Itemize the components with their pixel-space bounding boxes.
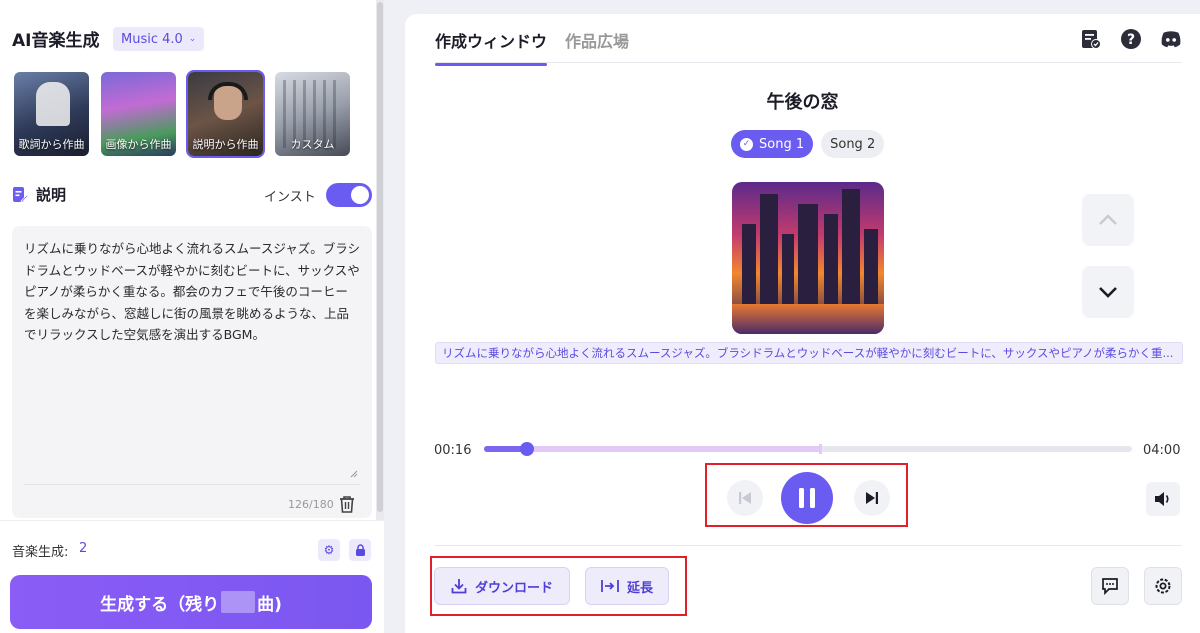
model-selector[interactable]: Music 4.0 ⌄ — [113, 27, 205, 51]
lock-button[interactable] — [349, 539, 371, 561]
chevron-up-icon — [1099, 214, 1117, 225]
song-title: 午後の窓 — [766, 92, 839, 113]
song-2-tab[interactable]: Song 2 — [821, 130, 885, 158]
pause-button[interactable] — [781, 472, 833, 524]
tab-create-window[interactable]: 作成ウィンドウ — [435, 28, 548, 66]
description-textarea[interactable]: リズムに乗りながら心地よく流れるスムースジャズ。ブラシドラムとウッドベースが軽や… — [12, 226, 372, 518]
volume-icon — [1155, 492, 1169, 506]
model-label: Music 4.0 — [121, 31, 183, 47]
char-count: 126/180 — [288, 498, 334, 511]
generation-count: 2 — [79, 541, 88, 556]
help-icon[interactable]: ? — [1120, 28, 1142, 50]
chevron-down-icon: ⌄ — [188, 34, 197, 44]
volume-button[interactable] — [1146, 482, 1180, 516]
main-tabs: 作成ウィンドウ 作品広場 — [435, 28, 629, 66]
skip-previous-icon — [739, 492, 751, 504]
app-title: AI音楽生成 — [12, 31, 100, 51]
check-icon: ✓ — [740, 137, 753, 151]
mode-custom[interactable]: カスタム — [273, 70, 352, 158]
mode-lyrics[interactable]: 歌詞から作曲 — [12, 70, 91, 158]
buffer-marker — [818, 444, 822, 454]
skip-previous-button[interactable] — [727, 480, 763, 516]
textarea-divider — [24, 484, 360, 485]
resize-handle-icon[interactable] — [350, 470, 358, 478]
current-time: 00:16 — [434, 443, 472, 458]
song-1-label: Song 1 — [759, 136, 805, 152]
feedback-button[interactable] — [1091, 567, 1129, 605]
edit-document-icon — [12, 186, 29, 204]
mode-image[interactable]: 画像から作曲 — [99, 70, 178, 158]
album-cover — [732, 182, 884, 334]
discord-icon[interactable] — [1160, 28, 1182, 50]
history-icon[interactable] — [1080, 28, 1102, 50]
next-song-button[interactable] — [1082, 266, 1134, 318]
description-header: 説明 — [12, 184, 66, 205]
trash-icon[interactable] — [338, 494, 356, 514]
main-panel: 作成ウィンドウ 作品広場 ? 午後の窓 ✓ Song 1 Song 2 リズムに… — [405, 14, 1200, 633]
progress-handle[interactable] — [520, 442, 535, 456]
generation-label: 音楽生成: — [12, 545, 69, 560]
tab-gallery[interactable]: 作品広場 — [565, 28, 629, 66]
mode-lyrics-label: 歌詞から作曲 — [18, 138, 85, 151]
instrumental-toggle[interactable] — [326, 183, 372, 207]
mode-image-label: 画像から作曲 — [105, 138, 172, 151]
chevron-down-icon — [1099, 287, 1117, 298]
song-prompt: リズムに乗りながら心地よく流れるスムースジャズ。ブラシドラムとウッドベースが軽や… — [435, 342, 1183, 364]
top-icons: ? — [1080, 28, 1182, 50]
lock-icon — [355, 544, 365, 556]
generation-section: 音楽生成: 2 ⚙ 生成する（残り 曲) — [0, 520, 384, 633]
total-time: 04:00 — [1143, 443, 1181, 458]
tab-divider — [435, 62, 1182, 63]
previous-song-button[interactable] — [1082, 194, 1134, 246]
song-version-tabs: ✓ Song 1 Song 2 — [731, 130, 885, 158]
generate-label-suffix: 曲) — [257, 594, 282, 615]
gear-icon — [1155, 578, 1171, 594]
description-title: 説明 — [36, 186, 67, 204]
generate-button[interactable]: 生成する（残り 曲) — [10, 575, 372, 629]
download-button[interactable]: ダウンロード — [434, 567, 570, 605]
download-label: ダウンロード — [474, 580, 553, 596]
left-panel: AI音楽生成 Music 4.0 ⌄ 歌詞から作曲 画像から作曲 説明から作曲 … — [0, 0, 384, 633]
redacted-count — [221, 591, 256, 613]
settings-button[interactable] — [1144, 567, 1182, 605]
skip-next-icon — [866, 492, 878, 504]
gear-icon: ⚙ — [323, 543, 335, 557]
song-2-label: Song 2 — [830, 136, 876, 152]
buffered-bar — [484, 446, 821, 452]
description-text[interactable]: リズムに乗りながら心地よく流れるスムースジャズ。ブラシドラムとウッドベースが軽や… — [24, 238, 360, 346]
mode-description-label: 説明から作曲 — [192, 138, 259, 151]
instrumental-label: インスト — [264, 190, 316, 205]
mode-description[interactable]: 説明から作曲 — [186, 70, 265, 158]
mode-custom-label: カスタム — [290, 138, 335, 151]
skip-next-button[interactable] — [854, 480, 890, 516]
extend-label: 延長 — [626, 580, 653, 596]
comment-icon — [1102, 578, 1118, 595]
extend-button[interactable]: 延長 — [585, 567, 669, 605]
left-scrollbar[interactable] — [376, 0, 384, 520]
extend-icon — [601, 580, 619, 592]
pause-icon — [799, 488, 815, 508]
settings-small-button[interactable]: ⚙ — [318, 539, 340, 561]
mode-selector: 歌詞から作曲 画像から作曲 説明から作曲 カスタム — [12, 70, 352, 158]
svg-text:?: ? — [1127, 32, 1135, 48]
bottom-divider — [435, 545, 1182, 546]
song-1-tab[interactable]: ✓ Song 1 — [731, 130, 814, 158]
generate-label-prefix: 生成する（残り — [100, 594, 220, 615]
download-icon — [451, 579, 467, 594]
progress-slider[interactable] — [484, 442, 1132, 456]
